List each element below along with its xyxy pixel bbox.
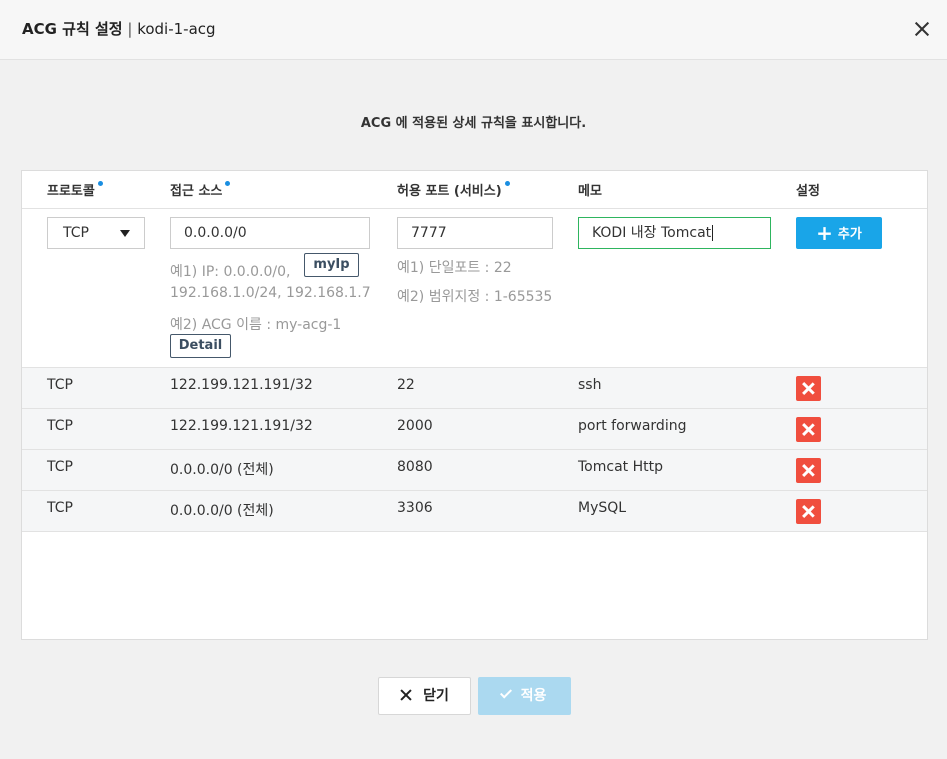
page-title: ACG 규칙 설정 <box>22 20 123 38</box>
row-source: 122.199.121.191/32 <box>170 418 313 434</box>
port-hint-1: 예1) 단일포트 : 22 <box>397 260 512 276</box>
column-label: 프로토콜 <box>47 184 95 199</box>
apply-button-label: 적용 <box>520 688 547 704</box>
add-rule-label: 추가 <box>837 227 862 242</box>
source-hint-2: 192.168.1.0/24, 192.168.1.7 <box>170 285 371 301</box>
column-header-port: 허용 포트 (서비스) <box>397 180 510 199</box>
column-header-settings: 설정 <box>796 184 820 199</box>
close-icon[interactable] <box>912 19 932 39</box>
delete-rule-icon[interactable] <box>796 458 821 483</box>
detail-button[interactable]: Detail <box>170 334 231 358</box>
row-memo: port forwarding <box>578 418 687 434</box>
text-cursor <box>712 225 714 241</box>
delete-rule-icon[interactable] <box>796 499 821 524</box>
port-input-value: 7777 <box>411 225 447 241</box>
table-row: TCP 122.199.121.191/32 2000 port forward… <box>22 408 927 449</box>
caret-down-icon <box>120 230 130 237</box>
table-row: TCP 122.199.121.191/32 22 ssh <box>22 367 927 408</box>
row-port: 8080 <box>397 459 433 475</box>
modal-title: ACG 규칙 설정 | kodi-1-acg <box>22 18 216 39</box>
source-input-value: 0.0.0.0/0 <box>184 225 247 241</box>
table-row: TCP 0.0.0.0/0 (전체) 8080 Tomcat Http <box>22 449 927 490</box>
column-label: 허용 포트 (서비스) <box>397 184 502 199</box>
required-dot-icon <box>504 181 510 186</box>
source-hint-1: 예1) IP: 0.0.0.0/0, <box>170 264 291 280</box>
protocol-select[interactable]: TCP <box>47 217 145 249</box>
row-memo: Tomcat Http <box>578 459 663 475</box>
rule-table: 프로토콜 접근 소스 허용 포트 (서비스) 메모 설정 TCP 0.0.0.0… <box>21 170 928 640</box>
my-ip-button[interactable]: myIp <box>304 253 359 277</box>
memo-input[interactable]: KODI 내장 Tomcat <box>578 217 771 249</box>
required-dot-icon <box>225 181 231 186</box>
column-header-memo: 메모 <box>578 184 602 199</box>
plus-icon: + <box>816 221 833 245</box>
delete-rule-icon[interactable] <box>796 376 821 401</box>
add-rule-button[interactable]: + 추가 <box>796 217 882 249</box>
column-header-source: 접근 소스 <box>170 180 231 199</box>
protocol-select-value: TCP <box>63 225 89 241</box>
row-protocol: TCP <box>47 418 73 434</box>
delete-rule-icon[interactable] <box>796 417 821 442</box>
check-icon <box>499 686 512 699</box>
source-input[interactable]: 0.0.0.0/0 <box>170 217 370 249</box>
row-source: 0.0.0.0/0 (전체) <box>170 503 274 519</box>
row-port: 3306 <box>397 500 433 516</box>
modal-header: ACG 규칙 설정 | kodi-1-acg <box>0 0 947 60</box>
row-memo: ssh <box>578 377 602 393</box>
close-button-label: 닫기 <box>423 688 449 704</box>
source-hint-3: 예2) ACG 이름 : my-acg-1 <box>170 317 342 333</box>
row-source: 0.0.0.0/0 (전체) <box>170 462 274 478</box>
row-memo: MySQL <box>578 500 627 516</box>
required-dot-icon <box>97 181 103 186</box>
table-row: TCP 0.0.0.0/0 (전체) 3306 MySQL <box>22 490 927 532</box>
close-icon <box>400 689 412 701</box>
acg-name: kodi-1-acg <box>137 20 216 38</box>
header-divider <box>22 208 927 209</box>
close-button[interactable]: 닫기 <box>378 677 471 715</box>
port-input[interactable]: 7777 <box>397 217 553 249</box>
column-label: 접근 소스 <box>170 184 223 199</box>
port-hint-2: 예2) 범위지정 : 1-65535 <box>397 289 553 305</box>
row-source: 122.199.121.191/32 <box>170 377 313 393</box>
column-header-protocol: 프로토콜 <box>47 180 103 199</box>
apply-button[interactable]: 적용 <box>478 677 571 715</box>
row-port: 2000 <box>397 418 433 434</box>
title-separator: | <box>127 20 133 38</box>
row-protocol: TCP <box>47 500 73 516</box>
description: ACG 에 적용된 상세 규칙을 표시합니다. <box>360 116 587 131</box>
row-protocol: TCP <box>47 377 73 393</box>
row-port: 22 <box>397 377 415 393</box>
memo-input-value: KODI 내장 Tomcat <box>592 225 712 241</box>
row-protocol: TCP <box>47 459 73 475</box>
